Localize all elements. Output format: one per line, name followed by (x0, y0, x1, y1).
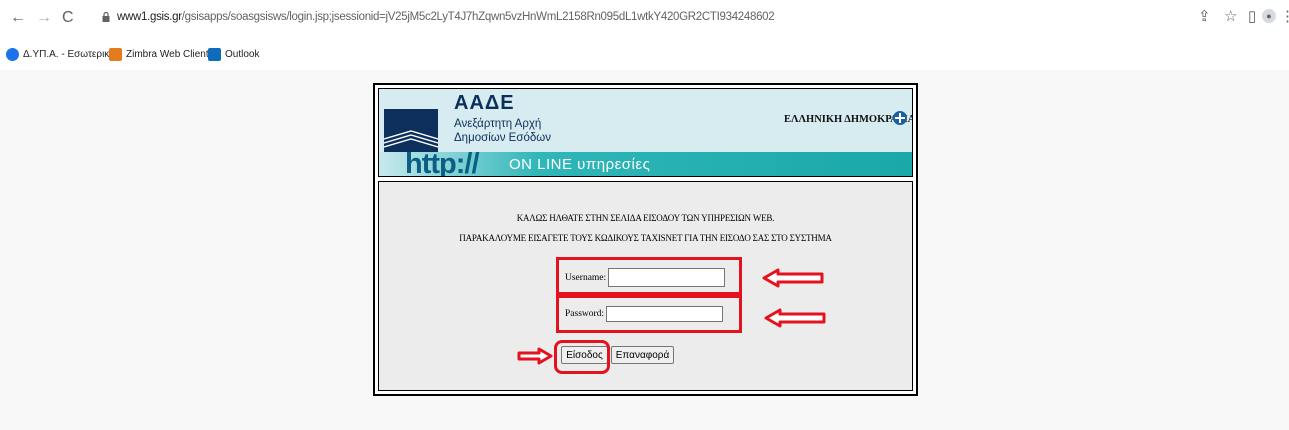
reload-icon[interactable]: C (62, 9, 74, 27)
brand-title: ΑΑΔΕ (454, 92, 515, 114)
login-highlight-box (554, 340, 610, 374)
share-icon[interactable]: ⇪ (1198, 9, 1211, 25)
aade-header: ΑΑΔΕ Ανεξάρτητη Αρχή Δημοσίων Εσόδων ΕΛΛ… (378, 88, 913, 177)
ribbon-services-text: ON LINE υπηρεσίες (509, 156, 651, 173)
username-pointer-arrow-icon (762, 268, 824, 288)
reset-button[interactable]: Επαναφορά (611, 346, 674, 364)
bookmark-label: Outlook (225, 49, 260, 60)
password-pointer-arrow-icon (764, 308, 826, 328)
back-arrow-icon[interactable]: ← (10, 9, 26, 27)
forward-arrow-icon[interactable]: → (36, 9, 52, 27)
bookmark-star-icon[interactable]: ☆ (1224, 9, 1237, 25)
zimbra-icon (109, 48, 122, 61)
username-highlight-box (556, 257, 742, 295)
password-highlight-box (556, 295, 742, 333)
brand-subtitle-1: Ανεξάρτητη Αρχή (454, 118, 542, 130)
address-bar[interactable]: www1.gsis.gr/gsisapps/soasgsisws/login.j… (117, 11, 775, 23)
instructions-message: ΠΑΡΑΚΑΛΟΥΜΕ ΕΙΣΑΓΕΤΕ ΤΟΥΣ ΚΩΔΙΚΟΥΣ TAXIS… (459, 233, 832, 243)
page-body: ΑΑΔΕ Ανεξάρτητη Αρχή Δημοσίων Εσόδων ΕΛΛ… (0, 70, 1289, 430)
bookmarks-bar: Δ.ΥΠ.Α. - Εσωτερικ... Zimbra Web Client.… (0, 40, 1289, 68)
dypa-icon (6, 48, 19, 61)
online-services-ribbon: http:// ON LINE υπηρεσίες (379, 148, 912, 176)
ribbon-http-text: http:// (405, 148, 480, 177)
bookmark-label: Δ.ΥΠ.Α. - Εσωτερικ... (23, 49, 118, 60)
bookmark-outlook[interactable]: Outlook (208, 48, 259, 61)
outlook-icon (208, 48, 221, 61)
profile-avatar-icon[interactable]: ● (1262, 9, 1276, 23)
browser-toolbar: ← → C www1.gsis.gr/gsisapps/soasgsisws/l… (0, 0, 1289, 68)
bookmark-dypa[interactable]: Δ.ΥΠ.Α. - Εσωτερικ... (6, 48, 118, 61)
brand-subtitle-2: Δημοσίων Εσόδων (454, 132, 551, 144)
welcome-message: ΚΑΛΩΣ ΗΛΘΑΤΕ ΣΤΗΝ ΣΕΛΙΔΑ ΕΙΣΟΔΟΥ ΤΩΝ ΥΠΗ… (516, 213, 775, 223)
url-host: www1.gsis.gr (117, 11, 182, 23)
greek-emblem-icon (893, 111, 907, 125)
bookmark-zimbra[interactable]: Zimbra Web Client... (109, 48, 217, 61)
login-pointer-arrow-icon (517, 347, 553, 365)
login-frame: ΑΑΔΕ Ανεξάρτητη Αρχή Δημοσίων Εσόδων ΕΛΛ… (373, 83, 918, 396)
side-panel-icon[interactable]: ▯ (1248, 9, 1256, 25)
bookmark-label: Zimbra Web Client... (126, 49, 217, 60)
lock-icon[interactable] (102, 12, 110, 22)
url-path: /gsisapps/soasgsisws/login.jsp;jsessioni… (181, 11, 775, 23)
aade-logo-icon (384, 109, 438, 153)
menu-kebab-icon[interactable]: ⋮ (1280, 9, 1289, 25)
